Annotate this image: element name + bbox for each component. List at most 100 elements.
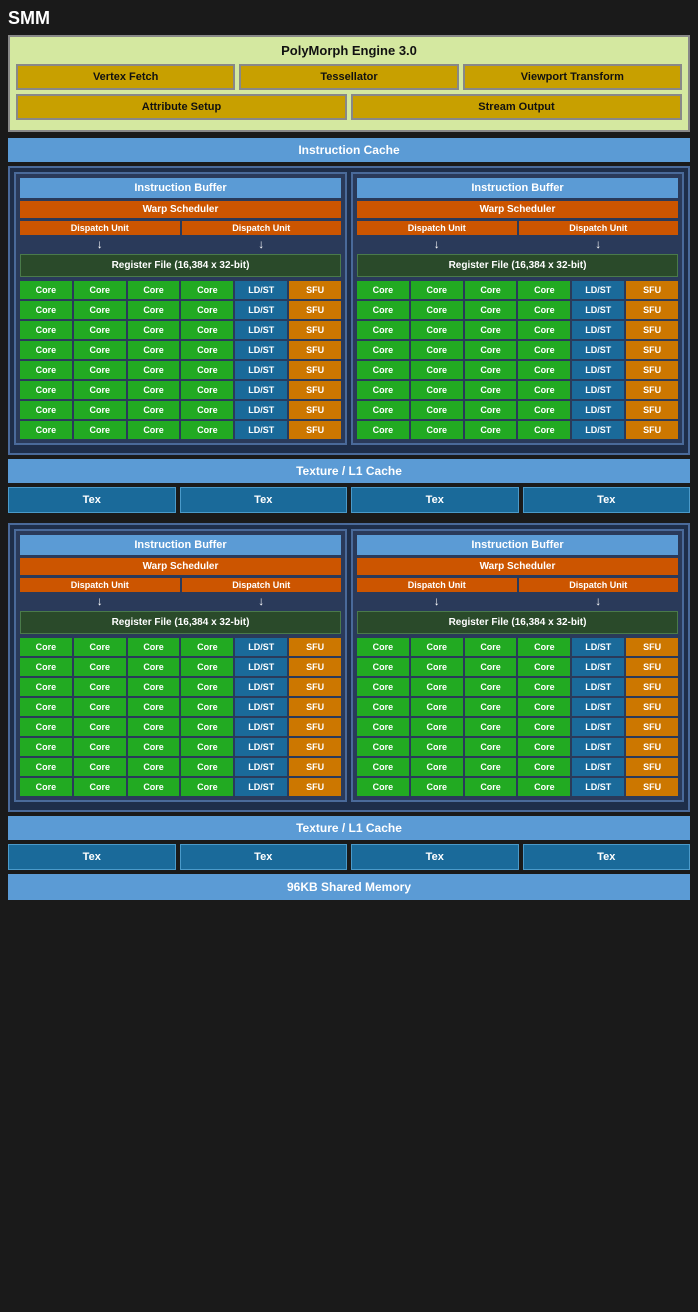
core-cell: Core [357, 401, 409, 419]
core-cell: Core [74, 401, 126, 419]
core-cell: Core [128, 341, 180, 359]
core-cell: Core [518, 718, 570, 736]
sfu-cell: SFU [289, 718, 341, 736]
ldst-cell: LD/ST [572, 361, 624, 379]
ldst-cell: LD/ST [235, 301, 287, 319]
top-texture-cache: Texture / L1 Cache [8, 459, 690, 483]
polymorph-section: PolyMorph Engine 3.0 Vertex Fetch Tessel… [8, 35, 690, 132]
core-cell: Core [465, 658, 517, 676]
ldst-cell: LD/ST [235, 778, 287, 796]
arrow-bl-1: ↓ [20, 594, 180, 608]
ldst-cell: LD/ST [572, 718, 624, 736]
core-cell: Core [465, 361, 517, 379]
core-cell: Core [74, 758, 126, 776]
du-br-2: Dispatch Unit [519, 578, 679, 592]
sfu-cell: SFU [289, 301, 341, 319]
core-cell: Core [411, 321, 463, 339]
core-cell: Core [465, 758, 517, 776]
core-cell: Core [518, 361, 570, 379]
ldst-cell: LD/ST [572, 421, 624, 439]
vertex-fetch-btn: Vertex Fetch [16, 64, 235, 90]
ldst-cell: LD/ST [235, 678, 287, 696]
ldst-cell: LD/ST [235, 421, 287, 439]
ldst-cell: LD/ST [572, 738, 624, 756]
core-cell: Core [128, 301, 180, 319]
sm-unit-top-right: Instruction Buffer Warp Scheduler Dispat… [351, 172, 684, 445]
core-grid-br: Core Core Core Core LD/ST SFU Core Core … [357, 638, 678, 796]
du-tr-1: Dispatch Unit [357, 221, 517, 235]
core-cell: Core [465, 718, 517, 736]
core-cell: Core [411, 341, 463, 359]
arrow-row-br: ↓ ↓ [357, 594, 678, 608]
sfu-cell: SFU [289, 698, 341, 716]
polymorph-row1: Vertex Fetch Tessellator Viewport Transf… [16, 64, 682, 90]
core-cell: Core [411, 281, 463, 299]
core-cell: Core [411, 638, 463, 656]
arrow-br-1: ↓ [357, 594, 517, 608]
attribute-setup-btn: Attribute Setup [16, 94, 347, 120]
arrow-row-tl: ↓ ↓ [20, 237, 341, 251]
core-cell: Core [357, 421, 409, 439]
core-cell: Core [465, 381, 517, 399]
core-cell: Core [411, 658, 463, 676]
core-cell: Core [465, 678, 517, 696]
core-cell: Core [74, 421, 126, 439]
tex-cell-b1: Tex [8, 844, 176, 870]
sfu-cell: SFU [626, 381, 678, 399]
sfu-cell: SFU [626, 658, 678, 676]
core-cell: Core [357, 778, 409, 796]
core-cell: Core [518, 758, 570, 776]
dispatch-row-bl: Dispatch Unit Dispatch Unit [20, 578, 341, 592]
dispatch-row-tl: Dispatch Unit Dispatch Unit [20, 221, 341, 235]
core-cell: Core [20, 281, 72, 299]
bottom-tex-row: Tex Tex Tex Tex [8, 844, 690, 870]
core-cell: Core [20, 421, 72, 439]
ws-bl: Warp Scheduler [20, 558, 341, 575]
sfu-cell: SFU [626, 301, 678, 319]
top-tex-row: Tex Tex Tex Tex [8, 487, 690, 513]
core-cell: Core [74, 638, 126, 656]
bottom-sm-grid: Instruction Buffer Warp Scheduler Dispat… [14, 529, 684, 802]
core-cell: Core [128, 281, 180, 299]
core-cell: Core [357, 678, 409, 696]
core-cell: Core [411, 778, 463, 796]
core-cell: Core [20, 401, 72, 419]
smm-container: SMM PolyMorph Engine 3.0 Vertex Fetch Te… [0, 0, 698, 1312]
ib-tl: Instruction Buffer [20, 178, 341, 198]
rf-bl: Register File (16,384 x 32-bit) [20, 611, 341, 634]
polymorph-title: PolyMorph Engine 3.0 [16, 43, 682, 58]
sfu-cell: SFU [626, 738, 678, 756]
core-cell: Core [74, 778, 126, 796]
tex-cell-1: Tex [8, 487, 176, 513]
core-cell: Core [357, 738, 409, 756]
arrow-row-tr: ↓ ↓ [357, 237, 678, 251]
ws-tr: Warp Scheduler [357, 201, 678, 218]
sfu-cell: SFU [289, 678, 341, 696]
tex-cell-3: Tex [351, 487, 519, 513]
ldst-cell: LD/ST [572, 758, 624, 776]
core-cell: Core [357, 281, 409, 299]
core-grid-tr: Core Core Core Core LD/ST SFU Core Core … [357, 281, 678, 439]
core-cell: Core [465, 321, 517, 339]
core-cell: Core [181, 758, 233, 776]
top-sm-group: Instruction Buffer Warp Scheduler Dispat… [8, 166, 690, 455]
du-bl-2: Dispatch Unit [182, 578, 342, 592]
core-cell: Core [357, 718, 409, 736]
core-cell: Core [20, 638, 72, 656]
core-cell: Core [465, 638, 517, 656]
core-cell: Core [128, 698, 180, 716]
ldst-cell: LD/ST [572, 678, 624, 696]
sfu-cell: SFU [289, 401, 341, 419]
sfu-cell: SFU [626, 718, 678, 736]
ldst-cell: LD/ST [572, 381, 624, 399]
core-cell: Core [20, 718, 72, 736]
core-cell: Core [74, 281, 126, 299]
smm-title: SMM [8, 8, 690, 29]
arrow-bl-2: ↓ [182, 594, 342, 608]
ldst-cell: LD/ST [235, 658, 287, 676]
core-cell: Core [518, 421, 570, 439]
core-cell: Core [411, 301, 463, 319]
core-cell: Core [181, 738, 233, 756]
core-cell: Core [181, 698, 233, 716]
core-cell: Core [357, 698, 409, 716]
